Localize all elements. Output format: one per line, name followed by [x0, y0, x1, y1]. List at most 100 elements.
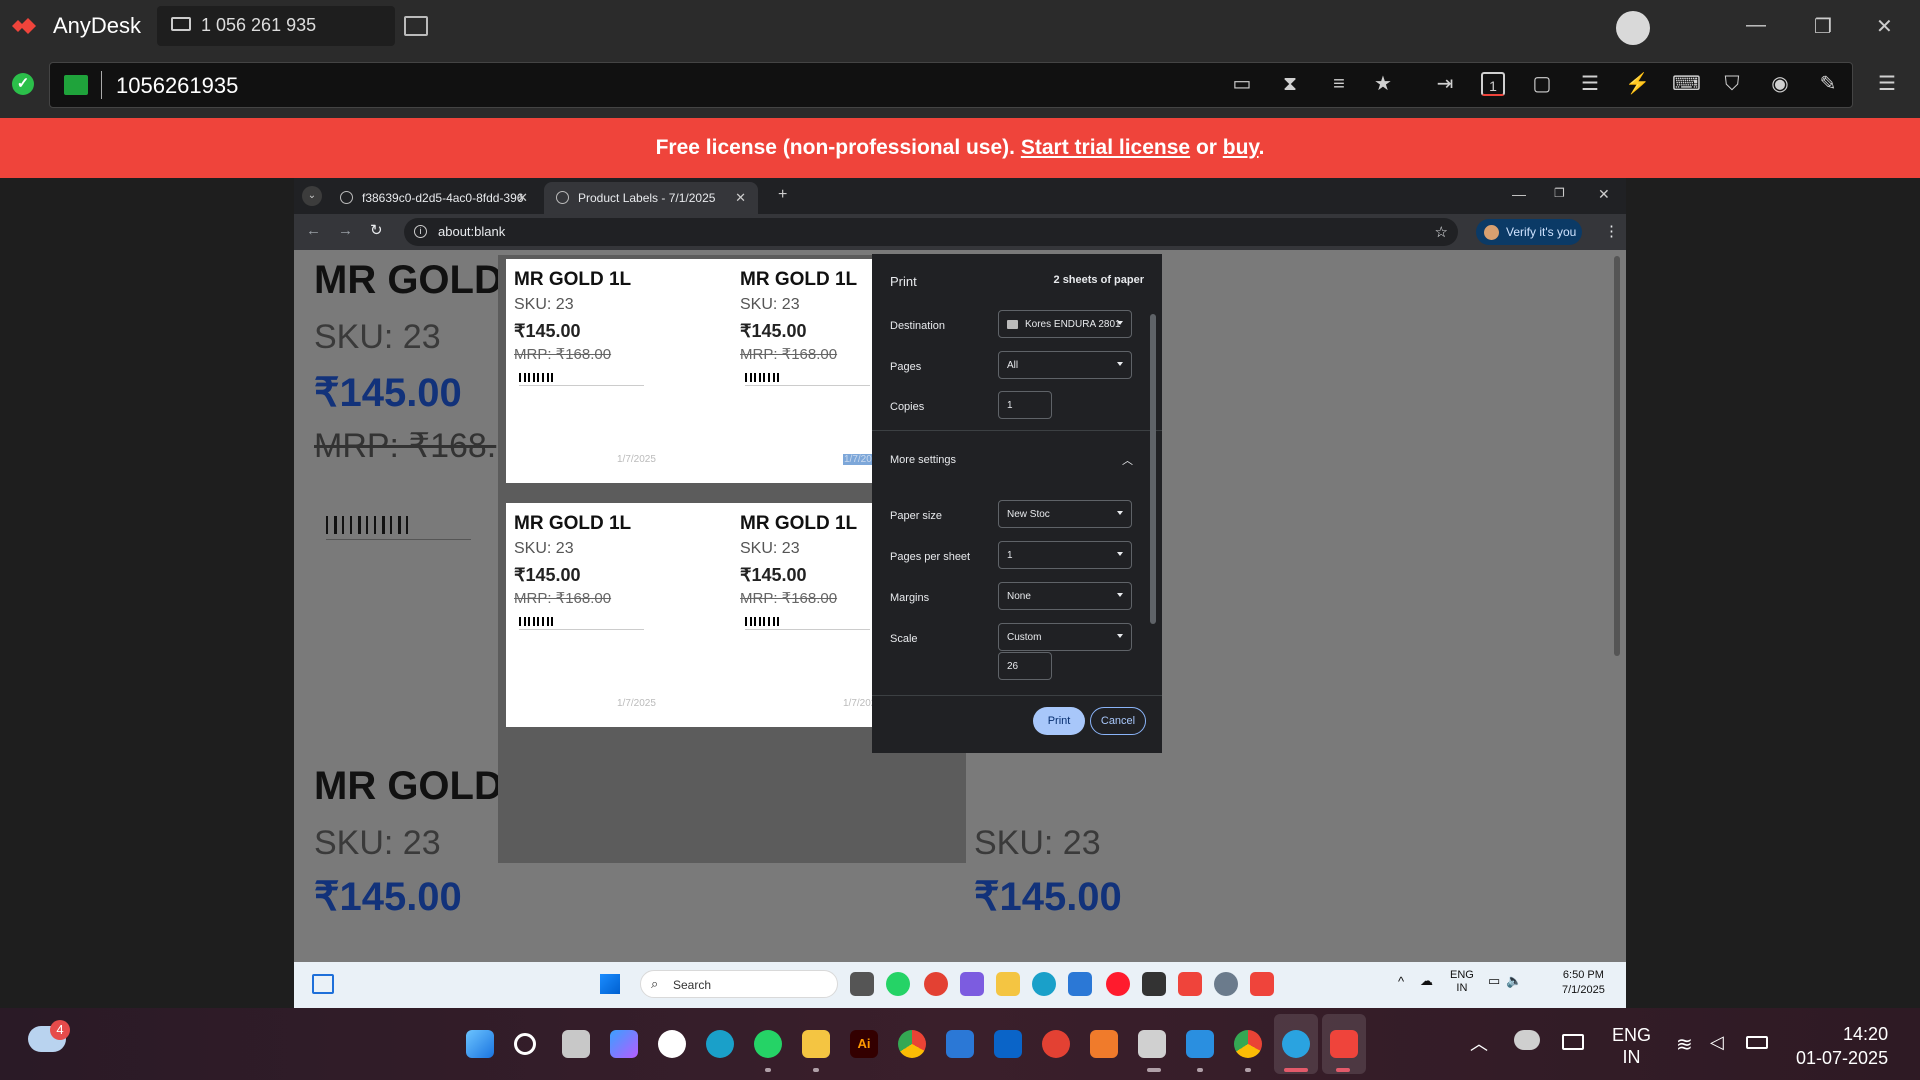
wifi-icon[interactable]: ≋ — [1676, 1032, 1693, 1057]
database-icon[interactable]: ≡ — [1327, 72, 1351, 96]
remote-screen[interactable]: ⌄ f38639c0-d2d5-4ac0-8fdd-396 ✕ Product … — [294, 178, 1626, 1008]
browser-minimize-icon[interactable]: — — [1512, 186, 1526, 202]
site-info-icon[interactable]: i — [414, 225, 427, 238]
privacy-mode-icon[interactable]: ▭ — [1230, 72, 1254, 96]
copilot-icon[interactable] — [610, 1030, 638, 1058]
remote-language[interactable]: ENG IN — [1450, 969, 1474, 995]
whatsapp-icon[interactable] — [754, 1030, 782, 1058]
tab-close-icon[interactable]: ✕ — [735, 190, 746, 206]
reload-icon[interactable]: ↻ — [370, 221, 383, 239]
cancel-button[interactable]: Cancel — [1090, 707, 1146, 735]
back-icon[interactable]: ← — [306, 222, 321, 239]
session-timer-icon[interactable]: ⧗ — [1278, 72, 1302, 96]
local-clock[interactable]: 14:20 01-07-2025 — [1796, 1022, 1888, 1070]
page-scrollbar[interactable] — [1614, 256, 1620, 656]
browser-close-icon[interactable]: ✕ — [1598, 186, 1610, 203]
task-view-icon[interactable] — [850, 972, 874, 996]
destination-select[interactable]: Kores ENDURA 2801 — [998, 310, 1132, 338]
edge-icon[interactable] — [1032, 972, 1056, 996]
store-icon[interactable] — [946, 1030, 974, 1058]
browser-tab-1[interactable]: f38639c0-d2d5-4ac0-8fdd-396 ✕ — [328, 182, 540, 214]
scale-select[interactable]: Custom — [998, 623, 1132, 651]
browser-url-bar[interactable]: i about:blank ☆ — [404, 218, 1458, 246]
onedrive-error-icon[interactable] — [1514, 1030, 1540, 1050]
local-language[interactable]: ENG IN — [1612, 1024, 1651, 1068]
edge-icon[interactable] — [706, 1030, 734, 1058]
pages-per-sheet-select[interactable]: 1 — [998, 541, 1132, 569]
margins-select[interactable]: None — [998, 582, 1132, 610]
outlook-icon[interactable] — [994, 1030, 1022, 1058]
new-tab-icon[interactable]: + — [778, 186, 787, 204]
scale-custom-input[interactable]: 26 — [998, 652, 1052, 680]
monitor-1-icon[interactable]: 1 — [1481, 72, 1505, 96]
network-icon[interactable]: ▭ — [1488, 973, 1500, 989]
chrome-profile-icon[interactable] — [1234, 1030, 1262, 1058]
hamburger-menu-icon[interactable]: ☰ — [1875, 72, 1899, 96]
app-red-icon[interactable] — [1042, 1030, 1070, 1058]
windows-start-icon[interactable] — [600, 974, 620, 994]
vscode-icon[interactable] — [1186, 1030, 1214, 1058]
favorite-star-icon[interactable]: ★ — [1371, 72, 1395, 96]
task-view-icon[interactable] — [562, 1030, 590, 1058]
terminal-icon[interactable] — [1142, 972, 1166, 996]
browser-menu-icon[interactable]: ⋮ — [1604, 222, 1619, 240]
tab-close-icon[interactable]: ✕ — [517, 190, 528, 206]
snipping-tool-icon[interactable] — [1138, 1030, 1166, 1058]
app-orange-icon[interactable] — [1090, 1030, 1118, 1058]
start-trial-link[interactable]: Start trial license — [1021, 136, 1190, 159]
keyboard-icon[interactable]: ⌨ — [1672, 72, 1701, 96]
anydesk-session-tab[interactable]: 1 056 261 935 — [157, 6, 395, 46]
chat-icon[interactable]: ☰ — [1578, 72, 1602, 96]
minimize-icon[interactable]: — — [1746, 14, 1766, 37]
anydesk-active-icon[interactable] — [1250, 972, 1274, 996]
action-lightning-icon[interactable]: ⚡ — [1625, 72, 1650, 96]
illustrator-icon[interactable]: Ai — [850, 1030, 878, 1058]
forward-icon[interactable]: → — [338, 222, 353, 239]
chrome-icon[interactable] — [924, 972, 948, 996]
volume-icon[interactable]: 🔈 — [1506, 973, 1522, 989]
battery-icon[interactable] — [1746, 1036, 1768, 1049]
telegram-icon[interactable] — [1282, 1030, 1310, 1058]
browser-restore-icon[interactable]: ❐ — [1554, 186, 1565, 200]
pages-select[interactable]: All — [998, 351, 1132, 379]
permissions-shield-icon[interactable]: ⛉ — [1720, 72, 1744, 96]
file-transfer-icon[interactable]: ⇥ — [1433, 72, 1457, 96]
buy-link[interactable]: buy — [1223, 136, 1259, 159]
print-button[interactable]: Print — [1033, 707, 1085, 735]
tray-chevron-up-icon[interactable]: ︿ — [1470, 1030, 1488, 1056]
copilot-icon[interactable] — [960, 972, 984, 996]
more-settings-toggle[interactable]: More settings ︿ — [872, 440, 1162, 476]
search-icon[interactable] — [514, 1033, 536, 1055]
volume-icon[interactable]: ◁ — [1710, 1032, 1724, 1053]
browser-tab-2[interactable]: Product Labels - 7/1/2025 ✕ — [544, 182, 758, 214]
record-icon[interactable]: ◉ — [1768, 72, 1792, 96]
brave-vpn-icon[interactable] — [658, 1030, 686, 1058]
close-icon[interactable]: ✕ — [1876, 14, 1893, 39]
account-menu-icon[interactable] — [1616, 11, 1650, 45]
widgets-icon[interactable] — [312, 974, 334, 994]
store-icon[interactable] — [1068, 972, 1092, 996]
restore-icon[interactable]: ❐ — [1814, 14, 1832, 39]
anydesk-icon[interactable] — [1330, 1030, 1358, 1058]
anydesk-app-icon[interactable] — [1178, 972, 1202, 996]
file-explorer-icon[interactable] — [996, 972, 1020, 996]
whatsapp-icon[interactable] — [886, 972, 910, 996]
opera-icon[interactable] — [1106, 972, 1130, 996]
tray-chevron-up-icon[interactable]: ^ — [1398, 974, 1404, 989]
tab-search-icon[interactable]: ⌄ — [302, 186, 322, 206]
windows-start-icon[interactable] — [466, 1030, 494, 1058]
copies-input[interactable]: 1 — [998, 391, 1052, 419]
tablet-mode-icon[interactable] — [1562, 1034, 1584, 1050]
whiteboard-pen-icon[interactable]: ✎ — [1816, 72, 1840, 96]
settings-scrollbar[interactable] — [1150, 314, 1156, 624]
file-explorer-icon[interactable] — [802, 1030, 830, 1058]
bookmark-star-icon[interactable]: ☆ — [1435, 223, 1448, 241]
chrome-icon[interactable] — [898, 1030, 926, 1058]
remote-clock[interactable]: 6:50 PM 7/1/2025 — [1562, 968, 1605, 998]
new-session-icon[interactable] — [404, 16, 428, 36]
display-icon[interactable]: ▢ — [1530, 72, 1554, 96]
paper-size-select[interactable]: New Stoc — [998, 500, 1132, 528]
verify-profile-button[interactable]: Verify it's you — [1476, 219, 1582, 245]
onedrive-icon[interactable]: ☁ — [1420, 973, 1433, 989]
settings-gear-icon[interactable] — [1214, 972, 1238, 996]
